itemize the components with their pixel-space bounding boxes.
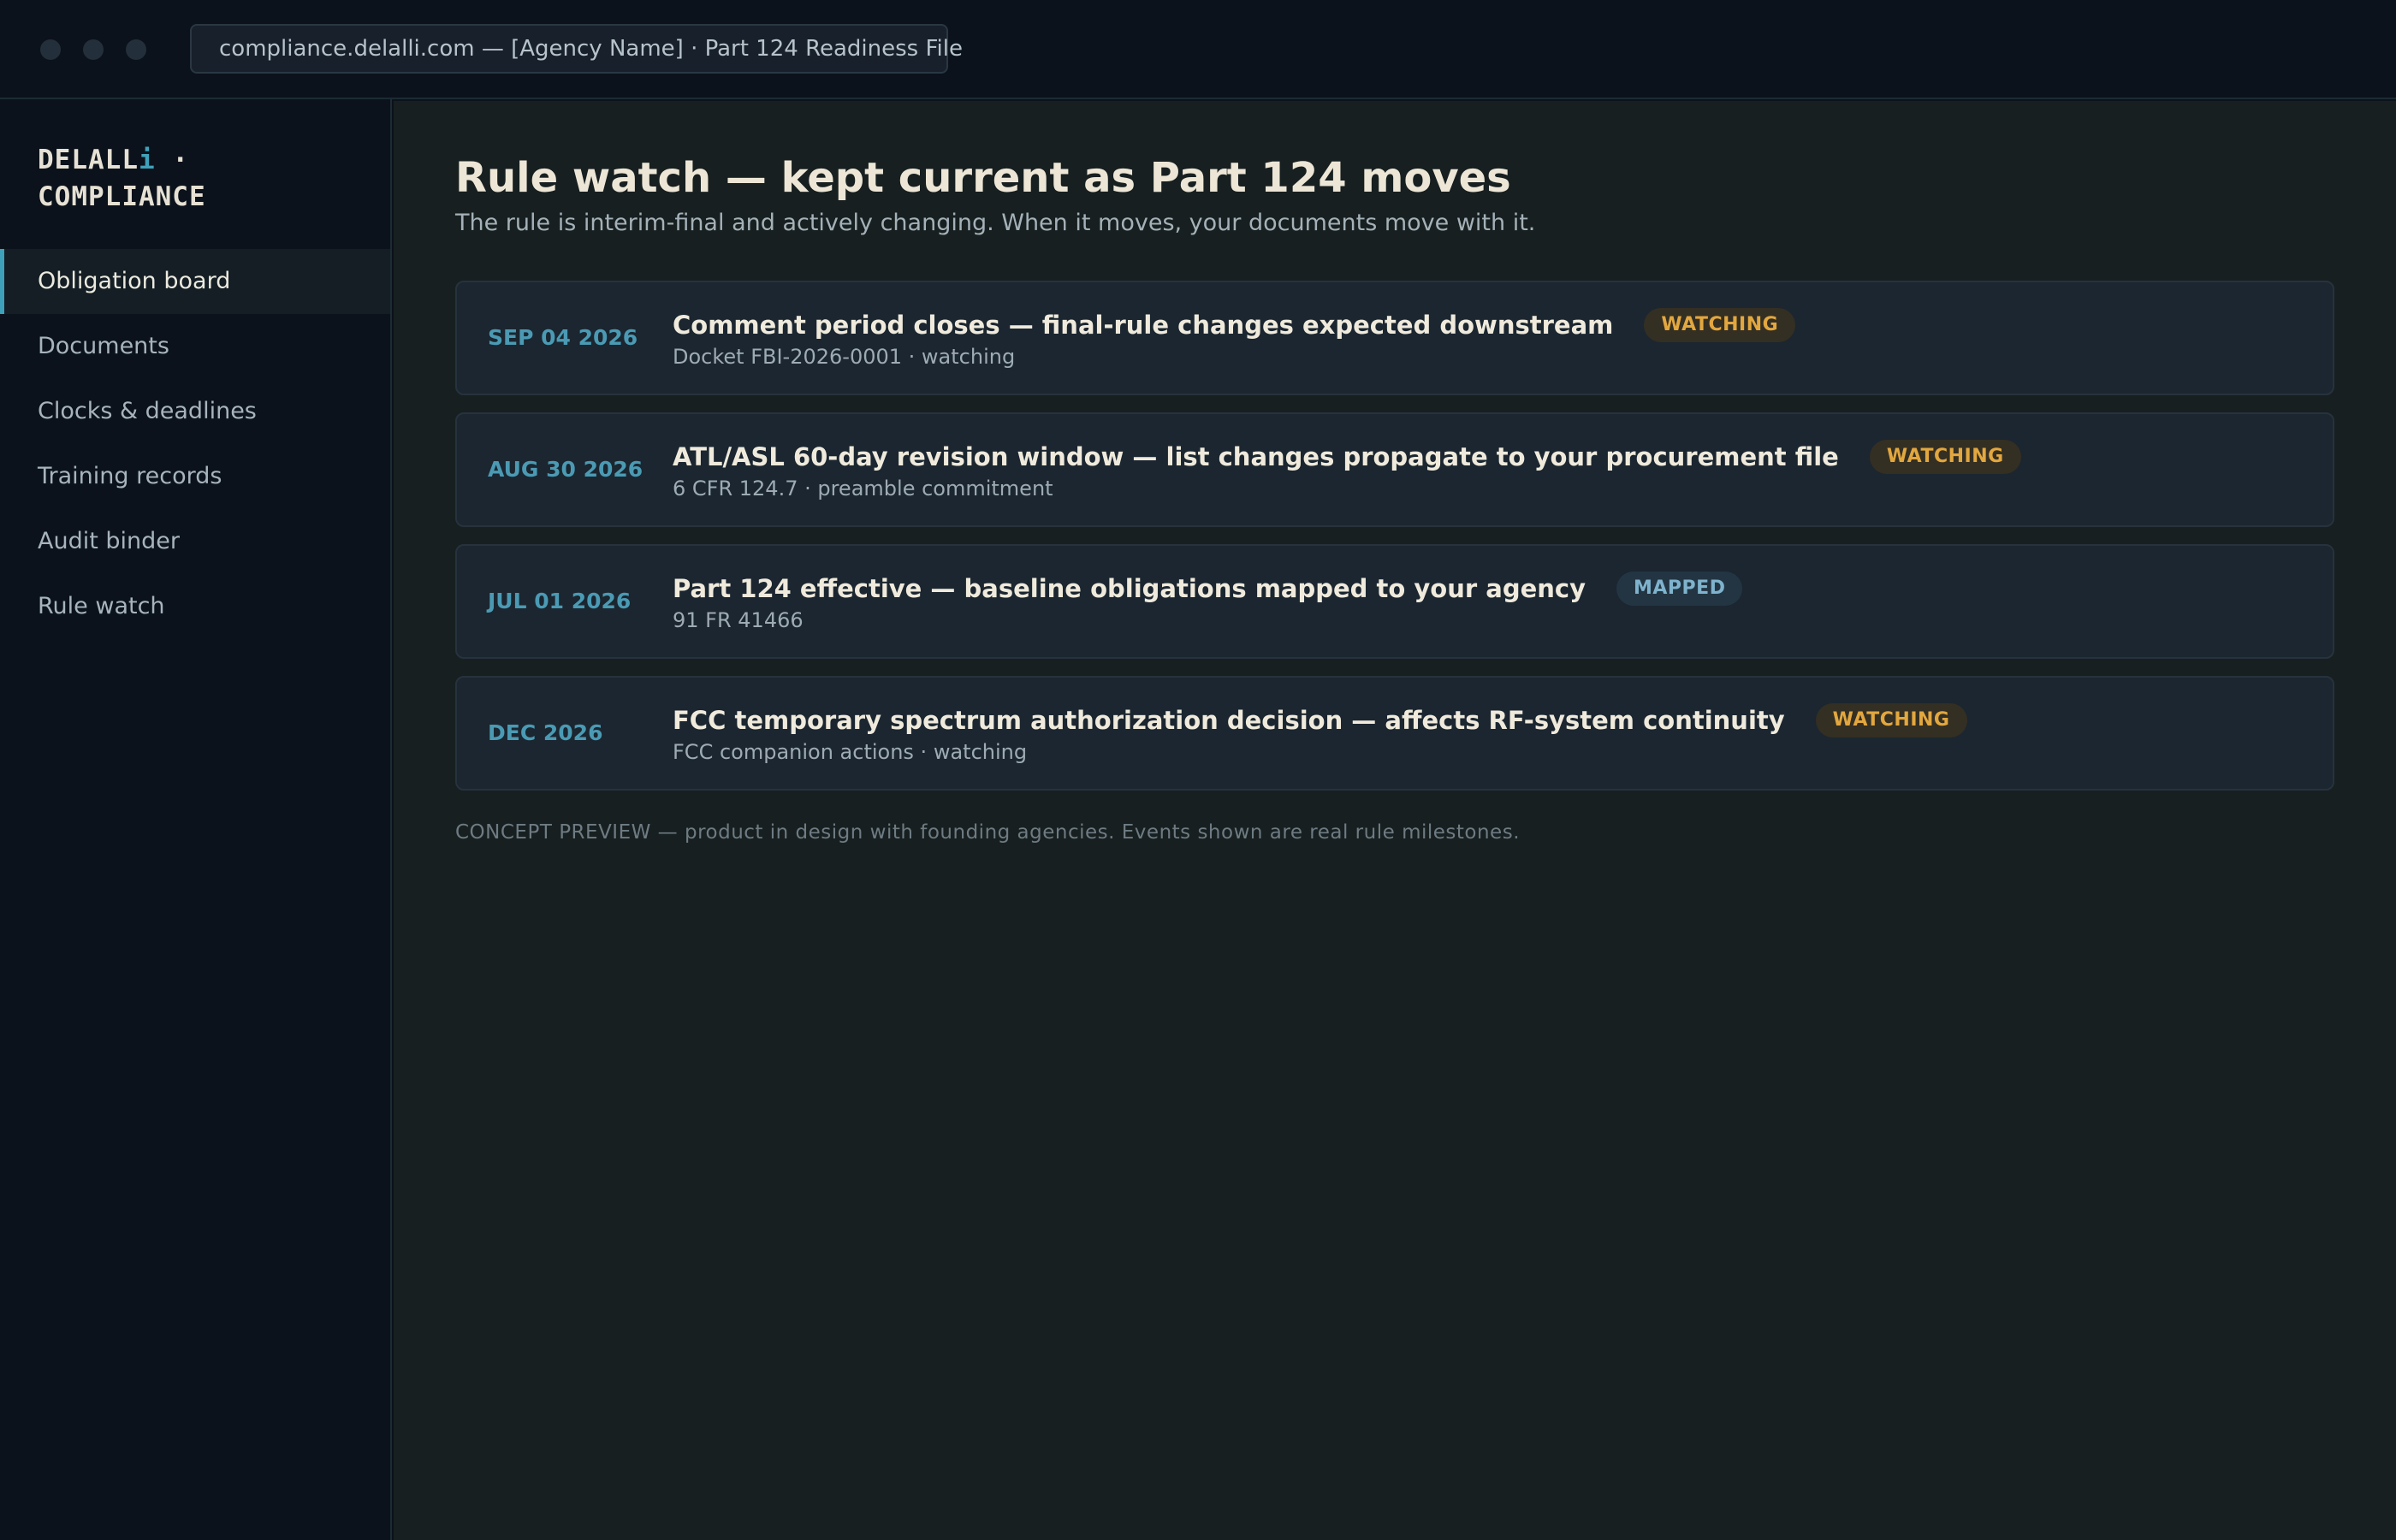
event-meta: 6 CFR 124.7 · preamble commitment — [673, 477, 1053, 500]
brand-name-accent: i — [138, 145, 156, 175]
brand-line2: COMPLIANCE — [38, 181, 206, 212]
event-body: ATL/ASL 60-day revision window — list ch… — [673, 440, 2021, 501]
sidebar-item-clocks-deadlines[interactable]: Clocks & deadlines — [0, 379, 390, 444]
sidebar-nav: Obligation board Documents Clocks & dead… — [0, 249, 390, 639]
window-maximize-dot[interactable] — [126, 39, 146, 60]
event-date: DEC 2026 — [488, 720, 603, 745]
event-body: FCC temporary spectrum authorization dec… — [673, 703, 1967, 765]
event-headline: Comment period closes — final-rule chang… — [673, 308, 1796, 342]
event-headline: ATL/ASL 60-day revision window — list ch… — [673, 440, 2021, 474]
window-titlebar: compliance.delalli.com — [Agency Name] ·… — [0, 0, 2396, 99]
sidebar-item-training-records[interactable]: Training records — [0, 444, 390, 509]
status-badge: WATCHING — [1815, 703, 1967, 737]
sidebar: DELALLi · COMPLIANCE Obligation board Do… — [0, 99, 392, 1540]
window-minimize-dot[interactable] — [83, 39, 104, 60]
event-meta: FCC companion actions · watching — [673, 740, 1028, 764]
status-badge: MAPPED — [1616, 572, 1743, 606]
rule-event-card[interactable]: DEC 2026 FCC temporary spectrum authoriz… — [455, 676, 2334, 791]
event-title: ATL/ASL 60-day revision window — list ch… — [673, 442, 1839, 471]
status-badge: WATCHING — [1644, 308, 1796, 342]
event-date: SEP 04 2026 — [488, 325, 638, 350]
event-meta: 91 FR 41466 — [673, 608, 804, 632]
event-headline: FCC temporary spectrum authorization dec… — [673, 703, 1967, 737]
brand-name-part2: · — [155, 145, 189, 175]
rule-event-card[interactable]: SEP 04 2026 Comment period closes — fina… — [455, 281, 2334, 395]
event-title: Comment period closes — final-rule chang… — [673, 311, 1614, 340]
address-bar[interactable]: compliance.delalli.com — [Agency Name] ·… — [190, 24, 963, 74]
rule-event-card[interactable]: JUL 01 2026 Part 124 effective — baselin… — [455, 544, 2334, 659]
rule-event-list: SEP 04 2026 Comment period closes — fina… — [455, 281, 2334, 808]
sidebar-item-rule-watch[interactable]: Rule watch — [0, 574, 390, 639]
event-meta: Docket FBI-2026-0001 · watching — [673, 345, 1016, 369]
concept-preview-note: CONCEPT PREVIEW — product in design with… — [455, 821, 1521, 844]
event-date: AUG 30 2026 — [488, 457, 643, 482]
event-body: Comment period closes — final-rule chang… — [673, 308, 1796, 370]
brand-line1: DELALLi · — [38, 142, 206, 179]
brand-name-part1: DELALL — [38, 145, 139, 175]
page-subtitle: The rule is interim-final and actively c… — [455, 210, 1536, 236]
status-badge: WATCHING — [1869, 440, 2021, 474]
main-content: Rule watch — kept current as Part 124 mo… — [394, 101, 2396, 1540]
event-headline: Part 124 effective — baseline obligation… — [673, 572, 1743, 606]
brand-logo: DELALLi · COMPLIANCE — [38, 142, 206, 216]
event-title: Part 124 effective — baseline obligation… — [673, 574, 1586, 603]
sidebar-item-obligation-board[interactable]: Obligation board — [0, 249, 390, 314]
sidebar-item-audit-binder[interactable]: Audit binder — [0, 509, 390, 574]
event-title: FCC temporary spectrum authorization dec… — [673, 706, 1785, 735]
event-body: Part 124 effective — baseline obligation… — [673, 572, 1743, 633]
rule-event-card[interactable]: AUG 30 2026 ATL/ASL 60-day revision wind… — [455, 412, 2334, 527]
window-close-dot[interactable] — [40, 39, 61, 60]
sidebar-item-documents[interactable]: Documents — [0, 314, 390, 379]
event-date: JUL 01 2026 — [488, 589, 632, 613]
page-title: Rule watch — kept current as Part 124 mo… — [455, 154, 1511, 202]
